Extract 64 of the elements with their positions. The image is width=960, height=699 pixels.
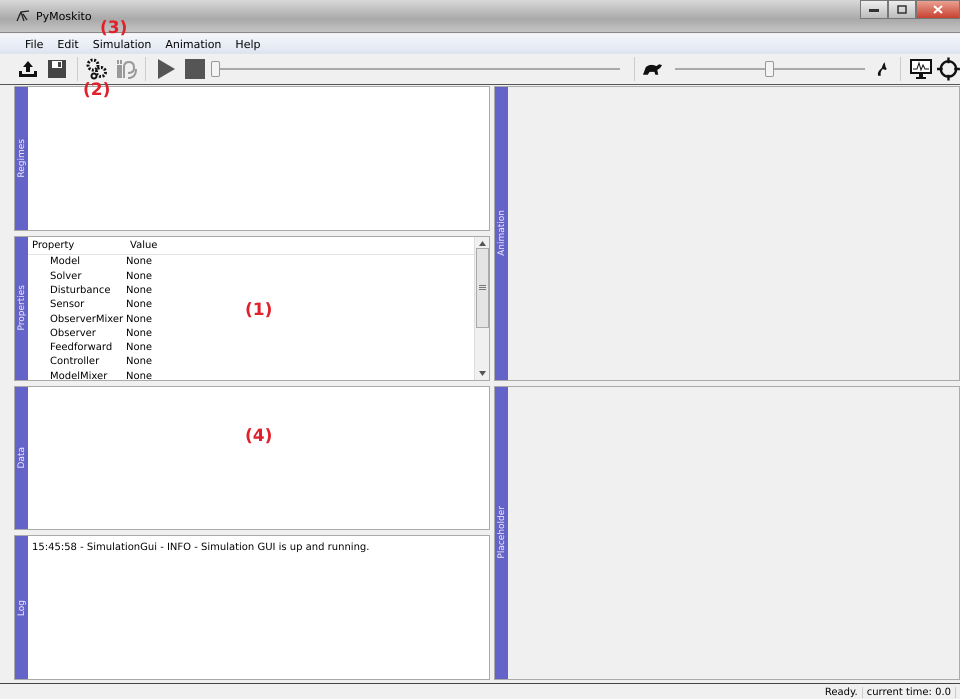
- property-value: None: [126, 284, 152, 296]
- property-value: None: [126, 328, 152, 339]
- down-arrow-icon[interactable]: [478, 370, 486, 376]
- rabbit-icon: [876, 61, 888, 77]
- dock-tab[interactable]: Log: [15, 536, 28, 679]
- settings-button[interactable]: [84, 56, 110, 82]
- dock-tab[interactable]: Data: [15, 386, 28, 530]
- dock-tab[interactable]: Placeholder: [495, 386, 508, 679]
- column-header[interactable]: Value: [126, 240, 224, 251]
- property-value: None: [126, 314, 152, 325]
- stop-icon: [184, 58, 206, 80]
- annotation-label: (2): [83, 80, 110, 100]
- dock-tab[interactable]: Animation: [495, 87, 508, 380]
- window-title: PyMoskito: [36, 10, 92, 22]
- dock-tab[interactable]: Regimes: [15, 87, 28, 230]
- property-value: None: [126, 370, 152, 380]
- up-arrow-icon[interactable]: [478, 240, 486, 246]
- property-name: Solver: [49, 270, 82, 282]
- slider-handle[interactable]: [210, 61, 220, 77]
- log-message: 15:45:58 - SimulationGui - INFO - Simulation GUI is up and running.: [32, 542, 370, 554]
- menu-item[interactable]: Simulation: [86, 38, 158, 50]
- menu-item[interactable]: Edit: [50, 38, 86, 50]
- property-name: Sensor: [49, 299, 86, 310]
- upload-icon: [18, 59, 38, 79]
- property-name: ObserverMixer: [49, 314, 124, 325]
- property-value: None: [126, 256, 152, 268]
- menu-item[interactable]: Help: [228, 38, 268, 50]
- property-name: ModelMixer: [49, 370, 108, 380]
- close-icon: [933, 5, 943, 14]
- gears-icon: [86, 58, 108, 80]
- dock-tab[interactable]: Properties: [15, 236, 28, 380]
- annotation-label: (1): [245, 300, 272, 320]
- column-header[interactable]: Property: [28, 240, 126, 251]
- property-name: Feedforward: [49, 342, 114, 354]
- property-name: Observer: [49, 328, 97, 339]
- close-button[interactable]: [916, 0, 960, 19]
- menu-item[interactable]: File: [18, 38, 50, 50]
- annotation-label: (3): [100, 18, 128, 38]
- maximize-button[interactable]: [888, 0, 916, 19]
- turtle-icon: [642, 62, 663, 76]
- annotation-label: (4): [245, 426, 272, 446]
- property-name: Controller: [49, 356, 100, 368]
- stop-button[interactable]: [182, 56, 207, 82]
- status-text: current time: 0.0: [862, 687, 956, 698]
- property-value: None: [126, 356, 152, 368]
- property-name: Model: [49, 256, 82, 268]
- mosquito-icon: [16, 10, 30, 22]
- monitor-button[interactable]: [908, 56, 934, 82]
- plug-icon: [114, 59, 137, 79]
- menu-item[interactable]: Animation: [158, 38, 228, 50]
- play-icon: [156, 58, 176, 80]
- minimize-icon: [869, 8, 879, 12]
- crosshair-icon[interactable]: [937, 57, 960, 81]
- property-value: None: [126, 299, 152, 310]
- maximize-icon: [897, 5, 907, 14]
- slider-handle[interactable]: [765, 61, 774, 77]
- property-value: None: [126, 270, 152, 282]
- property-value: None: [126, 342, 152, 354]
- scrollbar[interactable]: [474, 236, 489, 380]
- grip-icon: [478, 285, 486, 290]
- property-name: Disturbance: [49, 284, 112, 296]
- minimize-button[interactable]: [860, 0, 888, 19]
- status-text: Ready.: [820, 687, 863, 698]
- monitor-graph-icon: [908, 58, 933, 80]
